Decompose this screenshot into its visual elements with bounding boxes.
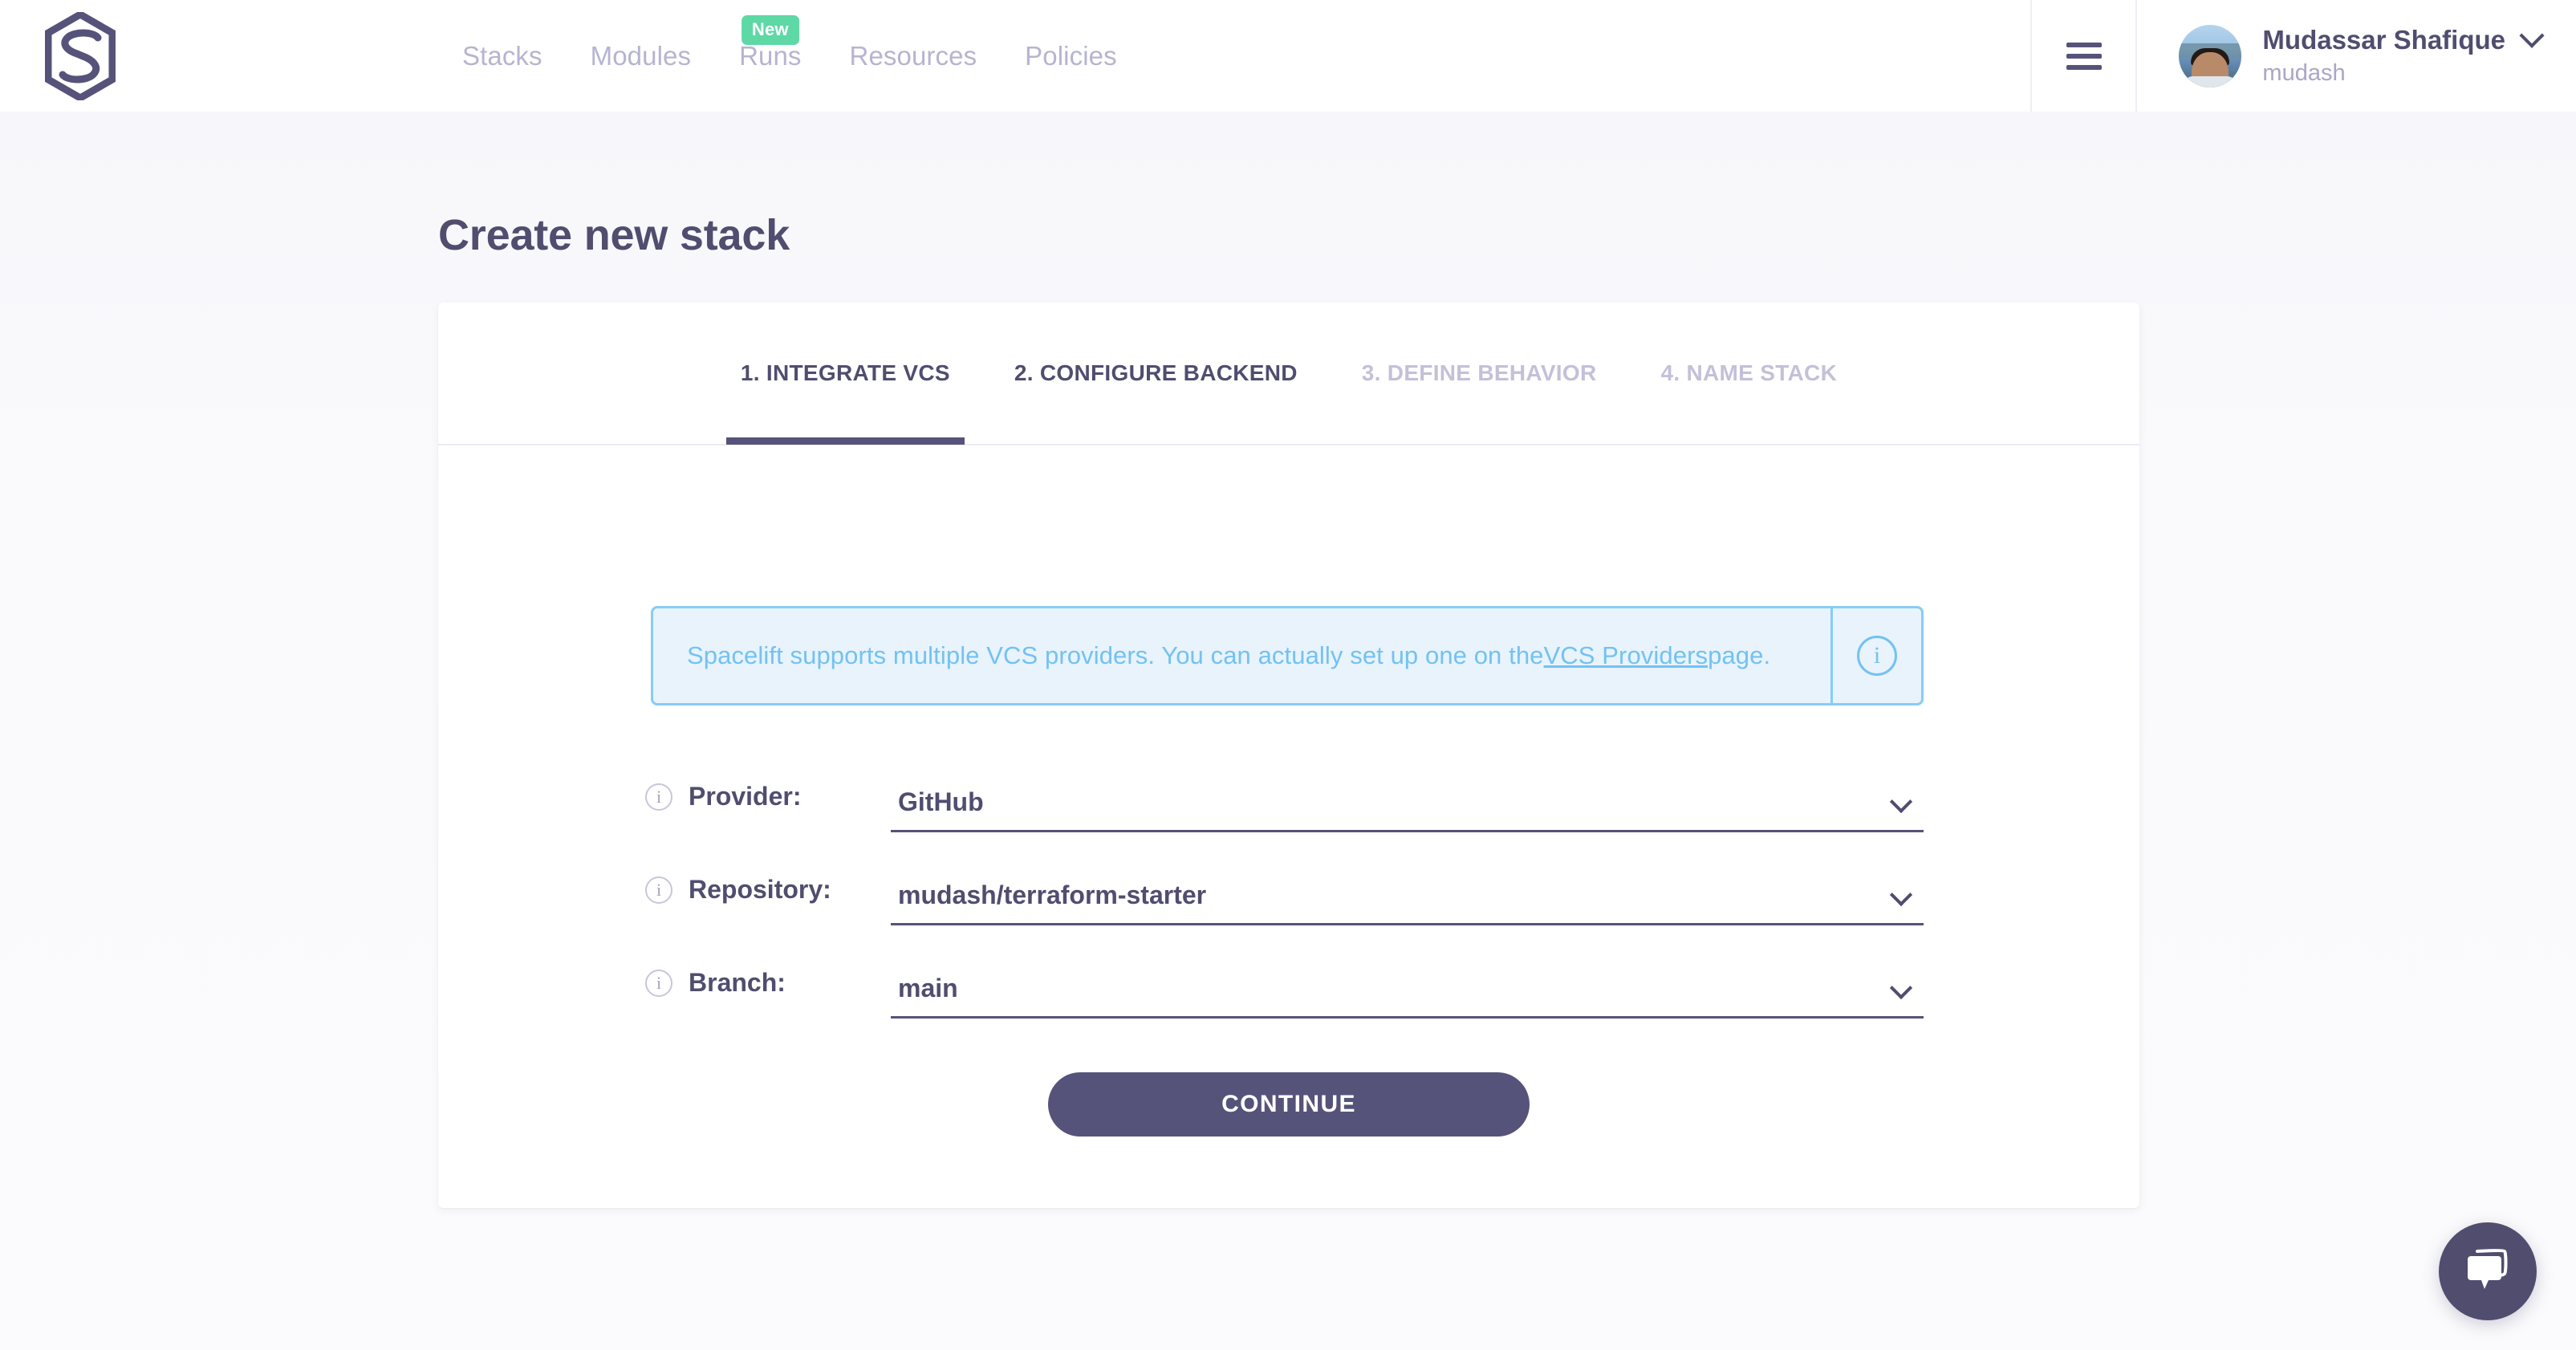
vcs-providers-link[interactable]: VCS Providers [1544,641,1709,670]
vcs-info-banner: Spacelift supports multiple VCS provider… [651,606,1924,705]
repository-label: Repository: [689,875,831,904]
vcs-form: i Provider: GitHub i Repository: mudash/… [645,762,1924,1041]
tab-integrate-vcs[interactable]: 1. INTEGRATE VCS [709,302,982,445]
provider-select[interactable]: GitHub [891,762,1924,832]
nav-item-runs[interactable]: New Runs [715,0,825,112]
user-menu-button[interactable]: Mudassar Shafique mudash [2137,0,2576,112]
chevron-down-icon [1889,883,1913,907]
tab-label-name-stack: 4. NAME STACK [1660,360,1838,385]
nav-label-stacks: Stacks [462,41,542,71]
nav-item-modules[interactable]: Modules [567,0,715,112]
chevron-down-icon [1889,976,1913,1000]
field-row-branch: i Branch: main [645,948,1924,1041]
branch-label: Branch: [689,968,786,997]
user-text: Mudassar Shafique mudash [2262,22,2545,87]
nav-label-runs: Runs [739,41,802,71]
provider-label: Provider: [689,782,802,811]
branch-select[interactable]: main [891,948,1924,1019]
chevron-down-icon [2519,22,2545,48]
wizard-tabs: 1. INTEGRATE VCS 2. CONFIGURE BACKEND 3.… [438,303,2139,445]
user-handle: mudash [2262,60,2346,86]
hamburger-icon [2066,36,2102,76]
nav-item-policies[interactable]: Policies [1001,0,1141,112]
page-title: Create new stack [438,211,790,260]
tab-define-behavior: 3. DEFINE BEHAVIOR [1330,302,1629,445]
nav-label-policies: Policies [1025,41,1117,71]
page-body: Create new stack 1. INTEGRATE VCS 2. CON… [0,112,2576,1350]
branch-value: main [898,974,958,1002]
continue-button-wrap: CONTINUE [438,1072,2139,1137]
tab-label-configure-backend: 2. CONFIGURE BACKEND [1014,360,1298,385]
chevron-down-icon [1889,790,1913,814]
chat-widget-button[interactable] [2439,1222,2537,1320]
provider-value: GitHub [898,787,984,816]
field-row-repository: i Repository: mudash/terraform-starter [645,855,1924,948]
nav-label-modules: Modules [590,41,692,71]
tab-label-integrate-vcs: 1. INTEGRATE VCS [740,360,950,385]
tab-label-define-behavior: 3. DEFINE BEHAVIOR [1361,360,1597,385]
nav-item-resources[interactable]: Resources [826,0,1002,112]
banner-info-button[interactable]: i [1830,608,1921,703]
field-row-provider: i Provider: GitHub [645,762,1924,855]
branch-info-icon[interactable]: i [645,970,672,997]
provider-info-icon[interactable]: i [645,783,672,811]
repository-select[interactable]: mudash/terraform-starter [891,855,1924,925]
hamburger-menu-button[interactable] [2030,0,2138,112]
repository-value: mudash/terraform-starter [898,880,1207,909]
banner-message: Spacelift supports multiple VCS provider… [653,608,1830,703]
spacelift-logo-link[interactable] [0,0,160,112]
top-navigation-bar: Stacks Modules New Runs Resources Polici… [0,0,2576,112]
nav-item-stacks[interactable]: Stacks [438,0,567,112]
main-nav: Stacks Modules New Runs Resources Polici… [438,0,1141,112]
banner-text-after: page. [1708,641,1771,669]
banner-text-before: Spacelift supports multiple VCS provider… [687,641,1544,669]
avatar [2179,24,2242,87]
continue-button[interactable]: CONTINUE [1048,1072,1530,1137]
tab-name-stack: 4. NAME STACK [1628,302,1869,445]
new-badge: New [741,15,799,45]
spacelift-logo [45,11,116,100]
info-circle-icon: i [1857,636,1897,676]
tab-configure-backend[interactable]: 2. CONFIGURE BACKEND [982,302,1330,445]
chat-bubble-icon [2463,1246,2513,1297]
user-name: Mudassar Shafique [2262,25,2505,55]
nav-label-resources: Resources [849,41,977,71]
repository-info-icon[interactable]: i [645,876,672,904]
